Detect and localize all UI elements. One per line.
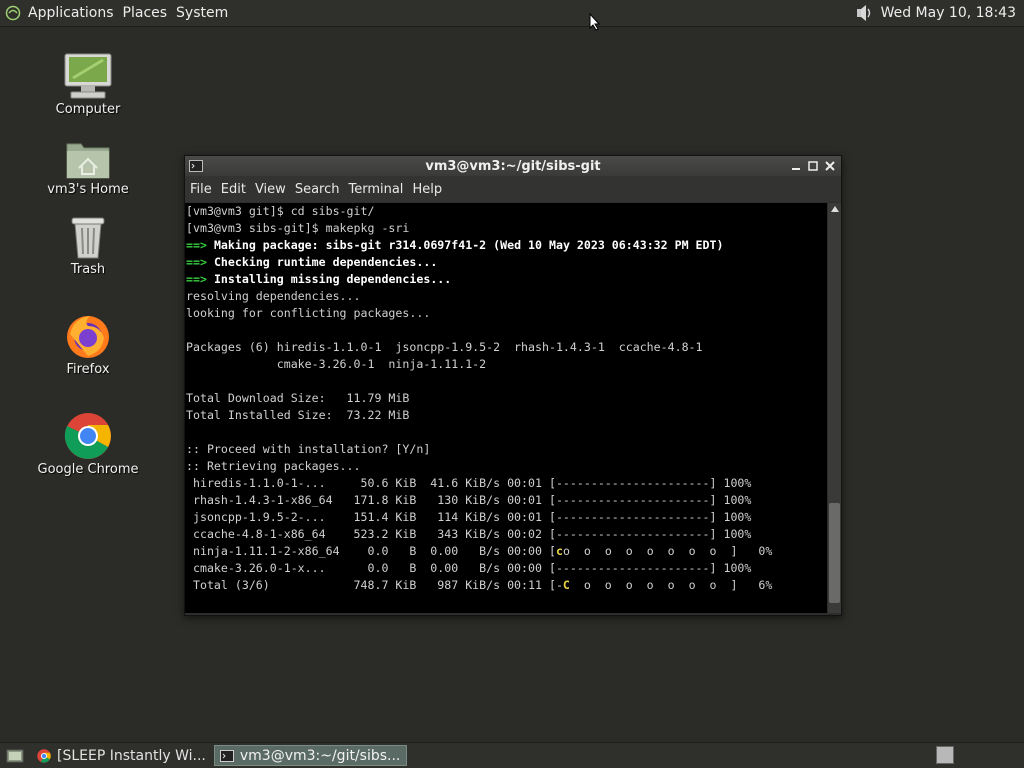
menu-help[interactable]: Help [412,182,442,197]
terminal-line-text: ninja-1.11.1-2-x86_64 0.0 B 0.00 B/s 00:… [186,544,556,558]
menu-applications[interactable]: Applications [28,5,114,21]
terminal-line: Packages (6) hiredis-1.1.0-1 jsoncpp-1.9… [186,340,703,354]
terminal-line: :: Retrieving packages... [186,459,361,473]
terminal-scrollbar[interactable] [828,203,841,613]
maximize-button[interactable] [806,159,820,173]
pacman-progress-glyph: c [555,544,563,558]
menu-system[interactable]: System [176,5,228,21]
close-button[interactable] [823,159,837,173]
desktop-icon-label: vm3's Home [47,182,129,197]
distro-logo-icon[interactable] [4,4,22,22]
terminal-line: ccache-4.8-1-x86_64 523.2 KiB 343 KiB/s … [186,527,752,541]
chrome-icon [36,748,52,763]
terminal-line: cmake-3.26.0-1-x... 0.0 B 0.00 B/s 00:00… [186,561,752,575]
terminal-icon [219,749,235,763]
menu-file[interactable]: File [190,182,212,197]
terminal-line: ninja-1.11.1-2-x86_64 0.0 B 0.00 B/s 00:… [186,543,827,560]
taskbar-item-chrome[interactable]: [SLEEP Instantly Wi... [32,745,212,766]
terminal-line: cmake-3.26.0-1 ninja-1.11.1-2 [186,357,487,371]
taskbar-item-label: vm3@vm3:~/git/sibs... [239,747,401,764]
menu-search[interactable]: Search [295,182,340,197]
chrome-icon [63,410,113,460]
close-icon [825,161,835,171]
terminal-line: [vm3@vm3 git]$ cd sibs-git/ [186,204,375,218]
terminal-line-text: Checking runtime dependencies... [213,255,438,269]
terminal-window[interactable]: vm3@vm3:~/git/sibs-git File Edit View Se… [184,155,842,616]
terminal-line: :: Proceed with installation? [Y/n] [186,442,431,456]
terminal-line: Total Download Size: 11.79 MiB [186,391,410,405]
workspace-switcher[interactable] [936,746,954,764]
firefox-icon [63,310,113,360]
computer-icon [63,50,113,100]
desktop-icon-trash[interactable]: Trash [33,210,143,277]
terminal-output[interactable]: [vm3@vm3 git]$ cd sibs-git/ [vm3@vm3 sib… [185,203,827,613]
taskbar-item-label: [SLEEP Instantly Wi... [57,747,206,764]
terminal-line: looking for conflicting packages... [186,306,431,320]
terminal-line-text: Making package: sibs-git r314.0697f41-2 … [213,238,724,252]
minimize-button[interactable] [789,159,803,173]
terminal-line: ==> Making package: sibs-git r314.0697f4… [186,237,827,254]
clock[interactable]: Wed May 10, 18:43 [881,5,1016,21]
home-folder-icon [63,130,113,180]
menu-places[interactable]: Places [123,5,168,21]
scroll-up-icon[interactable] [828,203,841,215]
terminal-line: jsoncpp-1.9.5-2-... 151.4 KiB 114 KiB/s … [186,510,752,524]
desktop-icon-firefox[interactable]: Firefox [33,310,143,377]
bottom-panel: [SLEEP Instantly Wi... vm3@vm3:~/git/sib… [0,742,1024,768]
terminal-line-text: Installing missing dependencies... [213,272,452,286]
desktop-icon-label: Computer [55,102,121,117]
mouse-pointer-icon [589,13,601,31]
terminal-line-text: o o o o o o o ] 6% [569,578,773,592]
speaker-volume-icon[interactable] [851,2,875,24]
terminal-line-text: o o o o o o o o ] 0% [562,544,773,558]
terminal-line: resolving dependencies... [186,289,361,303]
menu-terminal[interactable]: Terminal [348,182,403,197]
menu-view[interactable]: View [255,182,286,197]
taskbar-item-terminal[interactable]: vm3@vm3:~/git/sibs... [213,745,408,766]
scrollbar-thumb[interactable] [829,503,840,603]
terminal-arrow: ==> [186,238,207,252]
maximize-icon [808,161,818,171]
terminal-line: Total Installed Size: 73.22 MiB [186,408,410,422]
desktop-icon-computer[interactable]: Computer [33,50,143,117]
window-titlebar[interactable]: vm3@vm3:~/git/sibs-git [185,156,841,176]
desktop-icon-label: Google Chrome [37,462,139,477]
window-menubar: File Edit View Search Terminal Help [185,176,841,202]
pacman-progress-glyph: C [562,578,570,592]
terminal-line: ==> Installing missing dependencies... [186,271,827,288]
minimize-icon [792,168,800,170]
top-panel: Applications Places System Wed May 10, 1… [0,0,1024,27]
desktop-icon-label: Trash [70,262,106,277]
terminal-line: hiredis-1.1.0-1-... 50.6 KiB 41.6 KiB/s … [186,476,752,490]
terminal-line: ==> Checking runtime dependencies... [186,254,827,271]
terminal-line-text: Total (3/6) 748.7 KiB 987 KiB/s 00:11 [- [186,578,563,592]
terminal-arrow: ==> [186,255,207,269]
terminal-line: [vm3@vm3 sibs-git]$ makepkg -sri [186,221,410,235]
terminal-line: rhash-1.4.3-1-x86_64 171.8 KiB 130 KiB/s… [186,493,752,507]
menu-edit[interactable]: Edit [221,182,246,197]
terminal-line: Total (3/6) 748.7 KiB 987 KiB/s 00:11 [-… [186,577,827,594]
desktop-icon-home[interactable]: vm3's Home [33,130,143,197]
show-desktop-button[interactable] [2,745,30,766]
desktop-icon-label: Firefox [66,362,110,377]
show-desktop-icon [6,749,24,762]
window-title: vm3@vm3:~/git/sibs-git [425,158,601,174]
desktop-icon-chrome[interactable]: Google Chrome [33,410,143,477]
terminal-arrow: ==> [186,272,207,286]
trash-icon [63,210,113,260]
